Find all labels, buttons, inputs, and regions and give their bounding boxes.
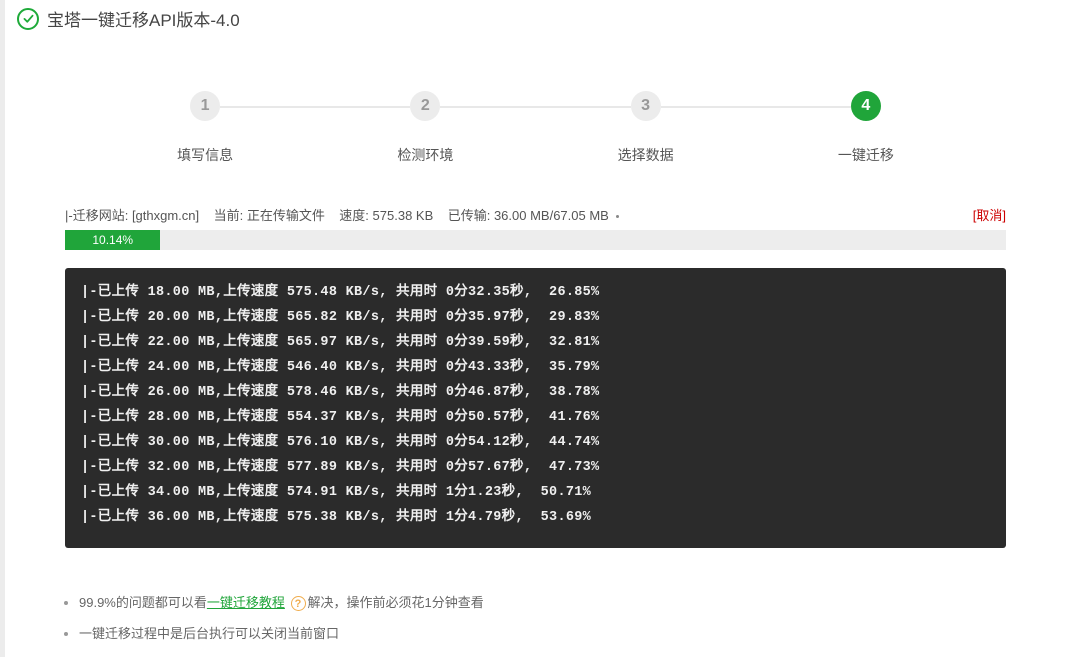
progress-percent-text: 10.14% (92, 233, 133, 247)
migration-tutorial-link[interactable]: 一键迁移教程 (207, 595, 285, 610)
dialog-title: 宝塔一键迁移API版本-4.0 (47, 6, 240, 31)
cancel-button[interactable]: [取消] (973, 205, 1006, 224)
step-connector (661, 106, 851, 108)
step-label: 填写信息 (177, 145, 233, 165)
step-connector (440, 106, 630, 108)
window-left-edge (0, 0, 5, 657)
step-circle: 2 (410, 91, 440, 121)
site-value: [gthxgm.cn] (132, 208, 199, 223)
step-connector (220, 106, 410, 108)
tip1-prefix: 99.9%的问题都可以看 (79, 595, 207, 610)
tip-item-2: 一键迁移过程中是后台执行可以关闭当前窗口 (79, 623, 1006, 642)
tip-item-1: 99.9%的问题都可以看一键迁移教程 ?解决，操作前必须花1分钟查看 (79, 592, 1006, 611)
step-3: 3 选择数据 (536, 91, 756, 165)
progress-bar: 10.14% (65, 230, 1006, 250)
check-circle-icon (17, 8, 39, 30)
progress-fill: 10.14% (65, 230, 160, 250)
tips-list: 99.9%的问题都可以看一键迁移教程 ?解决，操作前必须花1分钟查看 一键迁移过… (65, 592, 1006, 642)
speed-label: 速度: (339, 208, 372, 223)
status-text: |-迁移网站: [gthxgm.cn] 当前: 正在传输文件 速度: 575.3… (65, 205, 619, 224)
current-value: 正在传输文件 (247, 208, 325, 223)
stepper: 1 填写信息 2 检测环境 3 选择数据 4 一键迁移 (95, 91, 976, 165)
migration-panel: 宝塔一键迁移API版本-4.0 1 填写信息 2 检测环境 3 选择数据 4 一键迁移 |-迁… (5, 0, 1066, 657)
speed-value: 575.38 KB (373, 208, 434, 223)
tip1-suffix: 解决，操作前必须花1分钟查看 (308, 595, 484, 610)
status-row: |-迁移网站: [gthxgm.cn] 当前: 正在传输文件 速度: 575.3… (65, 205, 1006, 224)
step-label: 检测环境 (397, 145, 453, 165)
step-label: 选择数据 (618, 145, 674, 165)
step-circle: 3 (631, 91, 661, 121)
transferred-value: 36.00 MB/67.05 MB (494, 208, 609, 223)
site-label: |-迁移网站: (65, 208, 132, 223)
dialog-header: 宝塔一键迁移API版本-4.0 (5, 0, 1066, 41)
help-icon[interactable]: ? (291, 596, 306, 611)
log-terminal[interactable]: |-已上传 18.00 MB,上传速度 575.48 KB/s, 共用时 0分3… (65, 268, 1006, 548)
step-1: 1 填写信息 (95, 91, 315, 165)
tip2-text: 一键迁移过程中是后台执行可以关闭当前窗口 (79, 626, 339, 641)
current-label: 当前: (214, 208, 247, 223)
step-label: 一键迁移 (838, 145, 894, 165)
step-circle: 4 (851, 91, 881, 121)
step-2: 2 检测环境 (315, 91, 535, 165)
step-circle: 1 (190, 91, 220, 121)
status-dot-icon (616, 215, 619, 218)
transferred-label: 已传输: (448, 208, 494, 223)
step-4: 4 一键迁移 (756, 91, 976, 165)
